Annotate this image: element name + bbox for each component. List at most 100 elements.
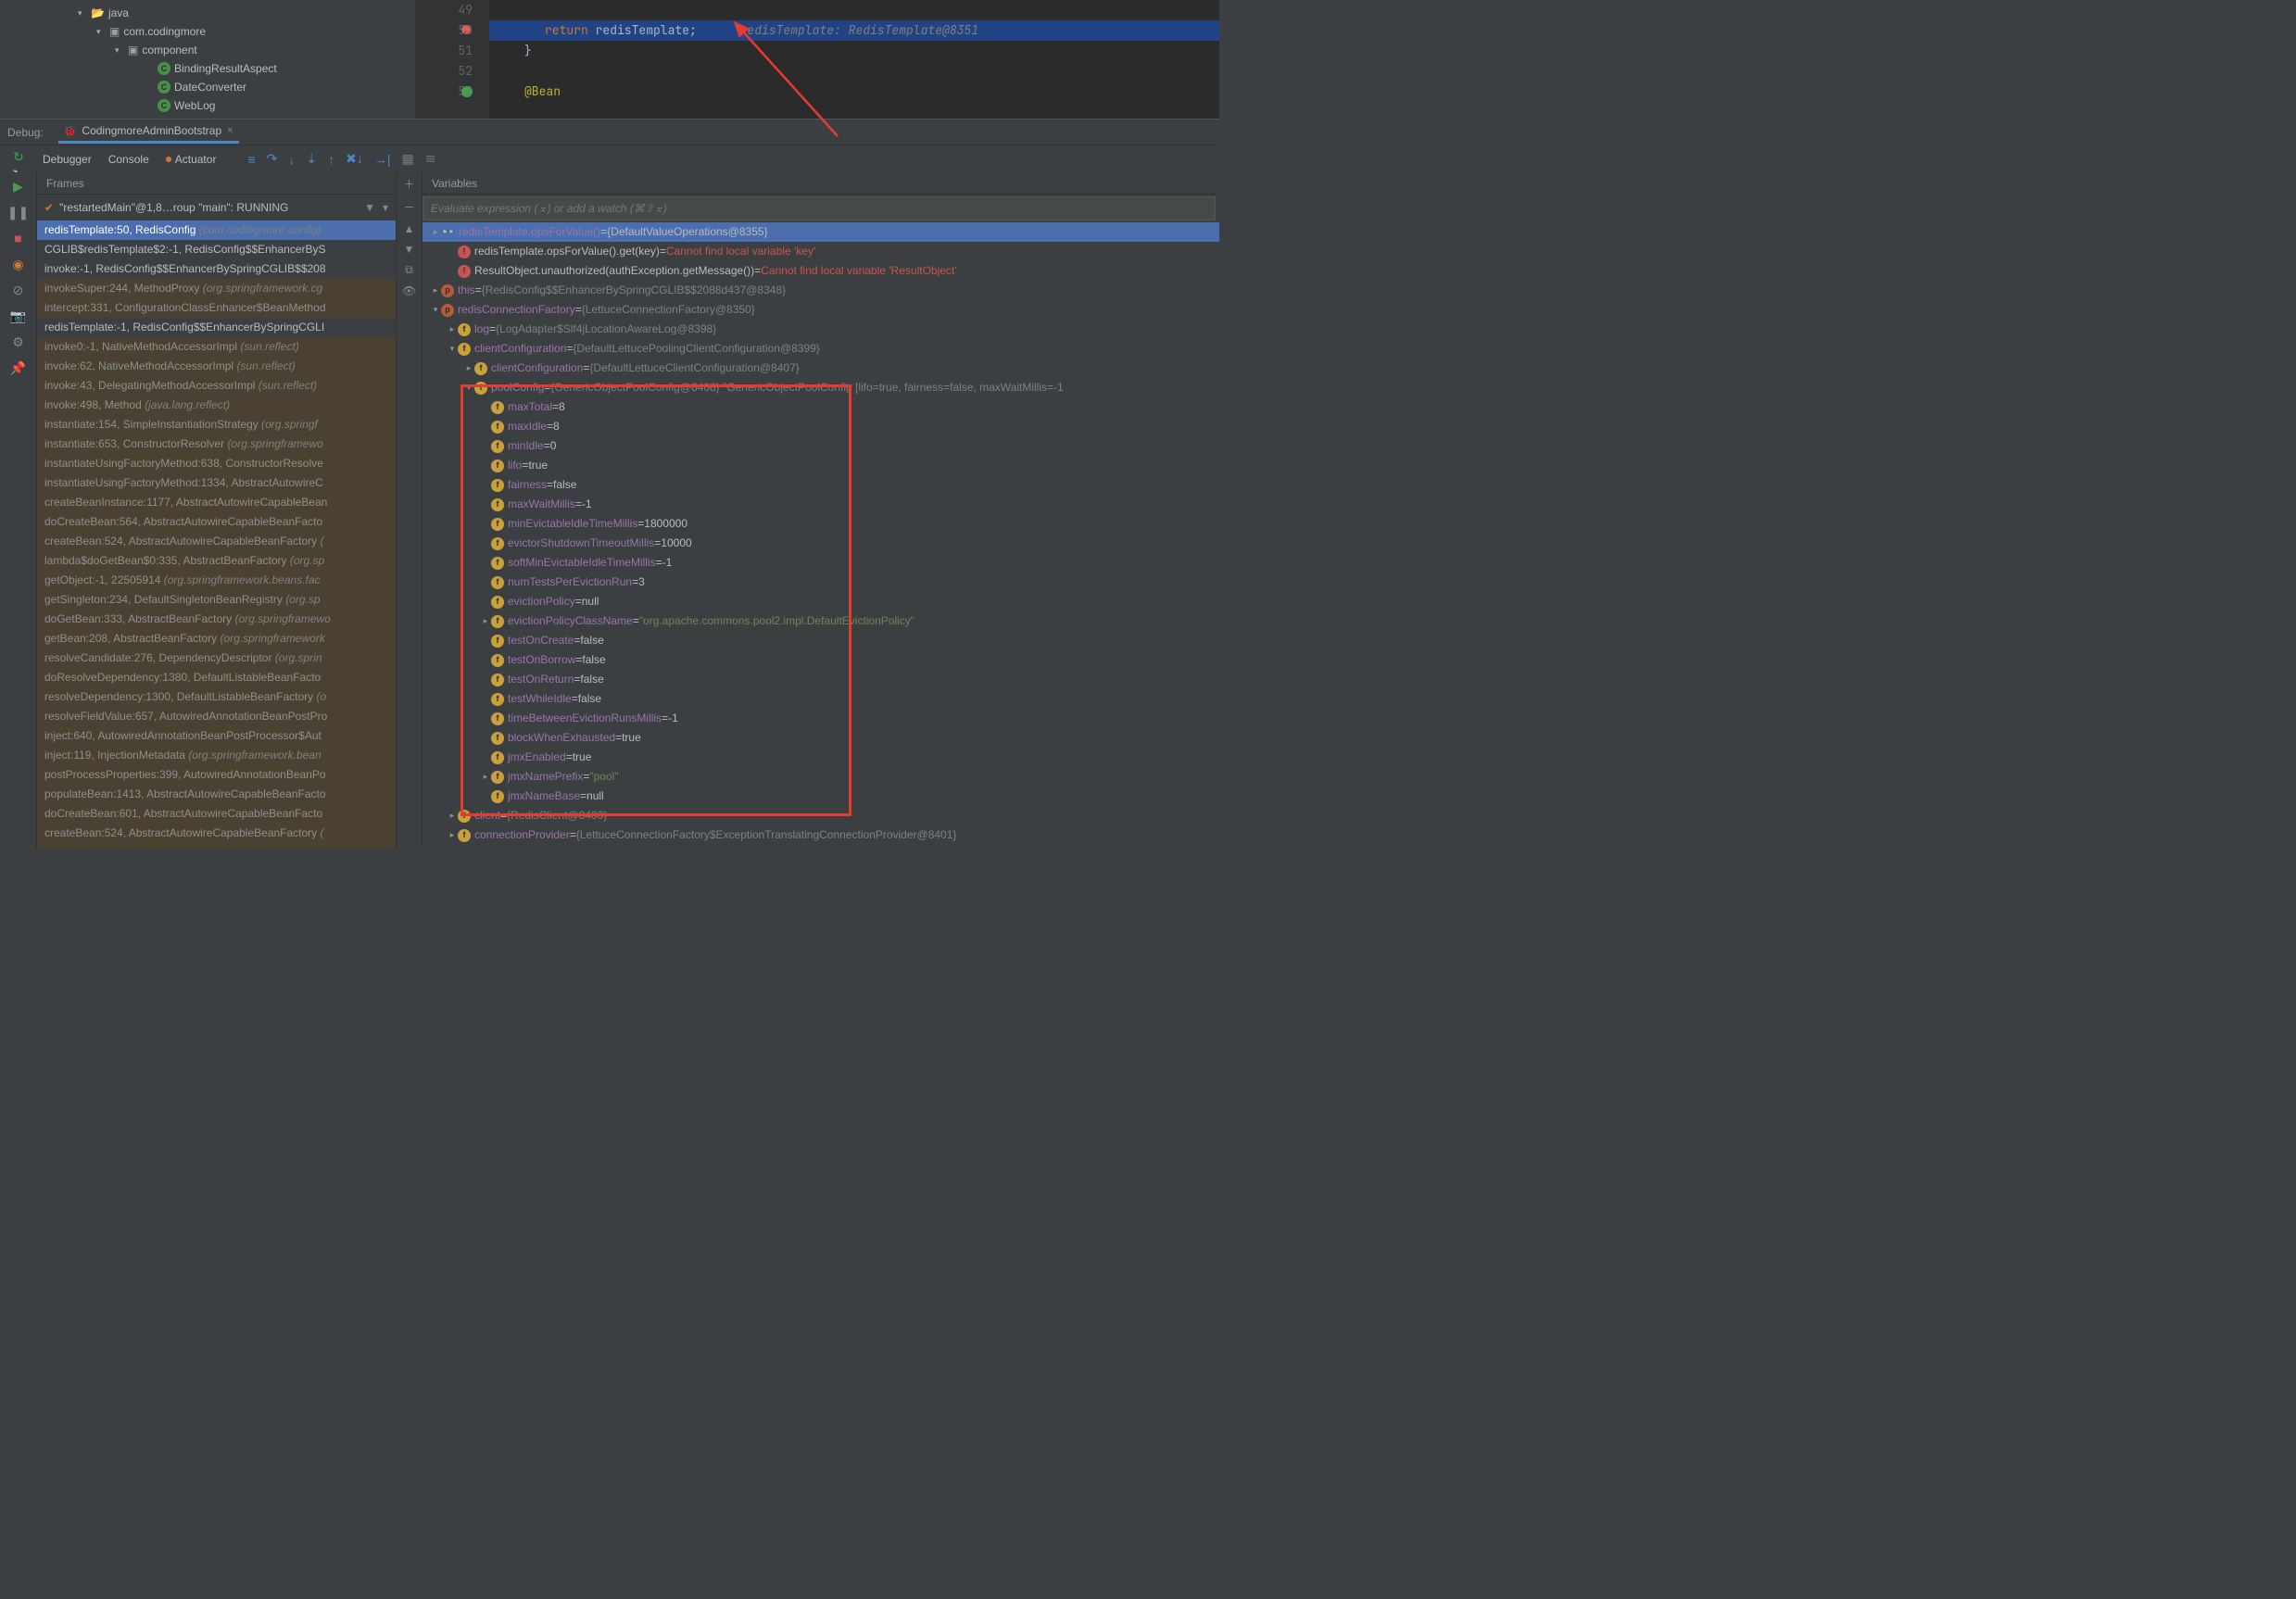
tree-toggle-icon[interactable]: ▾ (96, 27, 106, 37)
frame-row[interactable]: instantiate:154, SimpleInstantiationStra… (37, 415, 396, 434)
settings-icon[interactable]: ⚙ (10, 334, 27, 350)
variable-row[interactable]: ▸fevictionPolicyClassName = "org.apache.… (423, 611, 1219, 631)
frames-list[interactable]: redisTemplate:50, RedisConfig (com.codin… (37, 220, 396, 849)
variable-row[interactable]: !ResultObject.unauthorized(authException… (423, 261, 1219, 281)
get-thread-dump-icon[interactable]: 📷 (10, 308, 27, 324)
variable-row[interactable]: fmaxTotal = 8 (423, 397, 1219, 417)
variable-row[interactable]: fsoftMinEvictableIdleTimeMillis = -1 (423, 553, 1219, 573)
variable-row[interactable]: ▸fclientConfiguration = {DefaultLettuceC… (423, 359, 1219, 378)
gutter-line[interactable]: 50 (415, 20, 473, 41)
variable-row[interactable]: ftestOnReturn = false (423, 670, 1219, 689)
frame-row[interactable]: createBeanInstance:1177, AbstractAutowir… (37, 493, 396, 512)
frame-row[interactable]: resolveDependency:1300, DefaultListableB… (37, 687, 396, 707)
pause-icon[interactable]: ❚❚ (10, 204, 27, 220)
frame-row[interactable]: redisTemplate:50, RedisConfig (com.codin… (37, 220, 396, 240)
tree-toggle-icon[interactable]: ▾ (115, 45, 124, 56)
code-line[interactable] (489, 61, 1219, 82)
variable-row[interactable]: fevictionPolicy = null (423, 592, 1219, 611)
variable-row[interactable]: ftestOnBorrow = false (423, 650, 1219, 670)
frame-row[interactable]: lambda$doGetBean$0:335, AbstractBeanFact… (37, 551, 396, 571)
force-step-into-icon[interactable]: ⇣ (306, 151, 317, 167)
variable-row[interactable]: !redisTemplate.opsForValue().get(key) = … (423, 242, 1219, 261)
variable-row[interactable]: fblockWhenExhausted = true (423, 728, 1219, 748)
duplicate-watch-icon[interactable]: ⧉ (405, 263, 413, 277)
thread-selector[interactable]: ✔ "restartedMain"@1,8…roup "main": RUNNI… (37, 195, 396, 220)
tab-actuator[interactable]: Actuator (166, 147, 217, 171)
frame-row[interactable]: populateBean:1413, AbstractAutowireCapab… (37, 785, 396, 804)
tree-toggle-icon[interactable]: ▾ (463, 378, 474, 397)
gutter-line[interactable]: 52 (415, 61, 473, 82)
breakpoint-icon[interactable] (461, 25, 471, 34)
variable-row[interactable]: fmaxWaitMillis = -1 (423, 495, 1219, 514)
step-into-icon[interactable]: ↓ (288, 152, 295, 167)
frame-row[interactable]: invoke:-1, RedisConfig$$EnhancerBySpring… (37, 259, 396, 279)
move-down-icon[interactable]: ▼ (404, 243, 415, 256)
show-execution-point-icon[interactable]: ≡ (247, 152, 255, 167)
tree-toggle-icon[interactable]: ▾ (430, 300, 441, 320)
gutter-line[interactable]: 53 (415, 82, 473, 102)
frame-row[interactable]: createBean:524, AbstractAutowireCapableB… (37, 824, 396, 843)
frame-row[interactable]: instantiateUsingFactoryMethod:1334, Abst… (37, 473, 396, 493)
variable-row[interactable]: fjmxNameBase = null (423, 787, 1219, 806)
show-watches-icon[interactable]: 👁 (402, 284, 416, 297)
evaluate-icon[interactable]: ▦ (401, 151, 413, 167)
frame-row[interactable]: doCreateBean:564, AbstractAutowireCapabl… (37, 512, 396, 532)
variable-row[interactable]: ▸fconnectionProvider = {LettuceConnectio… (423, 825, 1219, 845)
code-line[interactable]: } (489, 41, 1219, 61)
frame-row[interactable]: instantiateUsingFactoryMethod:638, Const… (37, 454, 396, 473)
filter-icon[interactable]: ▼ (364, 201, 375, 214)
tree-row[interactable]: ▾▣com.codingmore (0, 22, 415, 41)
frame-row[interactable]: doGetBean:333, AbstractBeanFactory (org.… (37, 610, 396, 629)
code-line[interactable]: return redisTemplate; redisTemplate: Red… (489, 20, 1219, 41)
variable-row[interactable]: ffairness = false (423, 475, 1219, 495)
project-tree[interactable]: ▾📂java▾▣com.codingmore▾▣componentCBindin… (0, 0, 415, 119)
variable-row[interactable]: fjmxEnabled = true (423, 748, 1219, 767)
variables-tree[interactable]: ▸👓redisTemplate.opsForValue() = {Default… (423, 222, 1219, 845)
frame-row[interactable]: inject:640, AutowiredAnnotationBeanPostP… (37, 726, 396, 746)
step-out-icon[interactable]: ↑ (328, 152, 334, 167)
mute-breakpoints-icon[interactable]: ⊘ (10, 282, 27, 298)
frame-row[interactable]: getBean:208, AbstractBeanFactory (org.sp… (37, 629, 396, 648)
frame-row[interactable]: instantiate:653, ConstructorResolver (or… (37, 434, 396, 454)
variable-row[interactable]: ▾predisConnectionFactory = {LettuceConne… (423, 300, 1219, 320)
evaluate-expression-input[interactable]: Evaluate expression (⌅) or add a watch (… (423, 196, 1216, 220)
frame-row[interactable]: intercept:331, ConfigurationClassEnhance… (37, 298, 396, 318)
drop-frame-icon[interactable]: ✖↓ (346, 151, 363, 167)
tree-toggle-icon[interactable]: ▸ (430, 222, 441, 242)
tab-console[interactable]: Console (108, 147, 149, 171)
variable-row[interactable]: fevictorShutdownTimeoutMillis = 10000 (423, 534, 1219, 553)
tree-toggle-icon[interactable]: ▸ (447, 320, 458, 339)
stop-icon[interactable]: ■ (10, 230, 27, 246)
tree-row[interactable]: ▾📂java (0, 4, 415, 22)
close-icon[interactable]: × (227, 125, 233, 136)
variable-row[interactable]: fmaxIdle = 8 (423, 417, 1219, 436)
run-to-cursor-icon[interactable]: →| (374, 152, 391, 167)
variable-row[interactable]: ▸👓redisTemplate.opsForValue() = {Default… (423, 222, 1219, 242)
code-line[interactable] (489, 0, 1219, 20)
variable-row[interactable]: fnumTestsPerEvictionRun = 3 (423, 573, 1219, 592)
frame-row[interactable]: resolveFieldValue:657, AutowiredAnnotati… (37, 707, 396, 726)
variable-row[interactable]: flifo = true (423, 456, 1219, 475)
frame-row[interactable]: invokeSuper:244, MethodProxy (org.spring… (37, 279, 396, 298)
frame-row[interactable]: invoke:43, DelegatingMethodAccessorImpl … (37, 376, 396, 396)
gutter-line[interactable]: 49 (415, 0, 473, 20)
frame-row[interactable]: doCreateBean:601, AbstractAutowireCapabl… (37, 804, 396, 824)
trace-icon[interactable]: ≋ (425, 151, 436, 167)
frame-row[interactable]: getObject:-1, 22505914 (org.springframew… (37, 571, 396, 590)
tab-debugger[interactable]: Debugger (43, 147, 92, 171)
frame-row[interactable]: getSingleton:234, DefaultSingletonBeanRe… (37, 590, 396, 610)
tree-toggle-icon[interactable]: ▾ (78, 8, 87, 19)
variable-row[interactable]: fminIdle = 0 (423, 436, 1219, 456)
tree-toggle-icon[interactable]: ▸ (447, 806, 458, 825)
variable-row[interactable]: ftimeBetweenEvictionRunsMillis = -1 (423, 709, 1219, 728)
pin-icon[interactable]: 📌 (10, 359, 27, 376)
variable-row[interactable]: ▸pthis = {RedisConfig$$EnhancerBySpringC… (423, 281, 1219, 300)
frame-row[interactable]: postProcessProperties:399, AutowiredAnno… (37, 765, 396, 785)
variable-row[interactable]: ▾fpoolConfig = {GenericObjectPoolConfig@… (423, 378, 1219, 397)
bean-gutter-icon[interactable] (461, 86, 473, 97)
variable-row[interactable]: ▾fclientConfiguration = {DefaultLettuceP… (423, 339, 1219, 359)
tree-row[interactable]: CDateConverter (0, 78, 415, 96)
variable-row[interactable]: ftestWhileIdle = false (423, 689, 1219, 709)
step-over-icon[interactable]: ↷ (267, 151, 278, 167)
frame-row[interactable]: redisTemplate:-1, RedisConfig$$EnhancerB… (37, 318, 396, 337)
